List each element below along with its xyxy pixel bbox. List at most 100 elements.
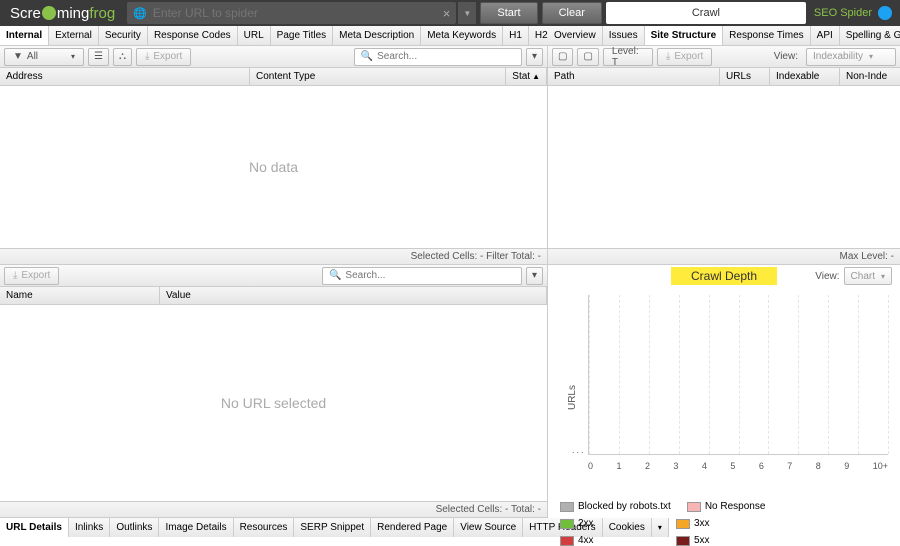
rtab-issues[interactable]: Issues: [603, 26, 645, 45]
col-nonindex[interactable]: Non-Inde: [840, 68, 900, 85]
clear-url-icon[interactable]: ×: [443, 6, 451, 21]
rtab-api[interactable]: API: [811, 26, 840, 45]
chart-plot: [588, 295, 888, 455]
tab-page-titles[interactable]: Page Titles: [271, 26, 333, 45]
search-icon: 🔍: [361, 51, 373, 62]
detail-search-box[interactable]: 🔍: [322, 267, 522, 285]
legend-item: Blocked by robots.txt: [560, 501, 671, 512]
x-tick: 0: [588, 461, 593, 471]
tab-security[interactable]: Security: [99, 26, 148, 45]
tab-response-codes[interactable]: Response Codes: [148, 26, 238, 45]
structure-view1-button[interactable]: ▢: [552, 48, 573, 66]
rtab-response-times[interactable]: Response Times: [723, 26, 810, 45]
legend-swatch: [560, 502, 574, 512]
chart-view-value: Chart: [851, 271, 875, 282]
y-axis-ellipsis: ...: [572, 445, 586, 455]
structure-grid-header: Path URLs Indexable Non-Inde: [548, 68, 900, 86]
view-list-button[interactable]: ☰: [88, 48, 109, 66]
btab-view-source[interactable]: View Source: [454, 518, 523, 537]
gridline: [739, 295, 740, 454]
y-axis-label: URLs: [567, 385, 578, 410]
gridline: [589, 295, 590, 454]
detail-export-button[interactable]: ⤓ Export: [4, 267, 59, 285]
x-tick: 1: [616, 461, 621, 471]
tab-meta-keywords[interactable]: Meta Keywords: [421, 26, 503, 45]
export-label: Export: [153, 51, 182, 62]
detail-search-options[interactable]: ▾: [526, 267, 543, 285]
export-button[interactable]: ⤓ Export: [136, 48, 191, 66]
clear-button[interactable]: Clear: [542, 2, 602, 24]
col-path[interactable]: Path: [548, 68, 720, 85]
btab-image-details[interactable]: Image Details: [159, 518, 233, 537]
structure-export-label: Export: [674, 51, 703, 62]
export-icon: ⤓: [145, 51, 149, 62]
detail-toolbar: ⤓ Export 🔍 ▾: [0, 265, 547, 287]
x-tick: 10+: [873, 461, 888, 471]
col-value[interactable]: Value: [160, 287, 547, 304]
search-options-dropdown[interactable]: ▾: [526, 48, 543, 66]
main-grid-footer: Selected Cells: - Filter Total: -: [0, 248, 547, 264]
legend-swatch: [676, 519, 690, 529]
btab-serp-snippet[interactable]: SERP Snippet: [294, 518, 371, 537]
search-box[interactable]: 🔍: [354, 48, 522, 66]
btab-inlinks[interactable]: Inlinks: [69, 518, 110, 537]
filter-dropdown[interactable]: ▼ All ▾: [4, 48, 84, 66]
detail-section: ⤓ Export 🔍 ▾ Name Value No URL selected …: [0, 264, 547, 537]
chart-view-label: View:: [815, 271, 839, 282]
twitter-icon[interactable]: [878, 6, 892, 20]
col-status[interactable]: Stat▲: [506, 68, 547, 85]
url-input-wrap[interactable]: 🌐 ×: [127, 2, 456, 24]
rtab-overview[interactable]: Overview: [548, 26, 603, 45]
rtab-site-structure[interactable]: Site Structure: [645, 26, 724, 45]
view-tree-button[interactable]: ⛬: [113, 48, 132, 66]
tab-meta-description[interactable]: Meta Description: [333, 26, 421, 45]
col-urls[interactable]: URLs: [720, 68, 770, 85]
x-tick: 2: [645, 461, 650, 471]
tab-external[interactable]: External: [49, 26, 99, 45]
tab-h1[interactable]: H1: [503, 26, 529, 45]
legend-swatch: [560, 536, 574, 546]
legend-swatch: [687, 502, 701, 512]
main-grid-body: No data: [0, 86, 547, 248]
legend-item: 3xx: [676, 518, 776, 529]
btab-rendered-page[interactable]: Rendered Page: [371, 518, 454, 537]
chart-view-dropdown[interactable]: Chart ▾: [844, 267, 892, 285]
legend-label: 2xx: [578, 518, 594, 529]
structure-view2-button[interactable]: ▢: [577, 48, 598, 66]
mode-display[interactable]: Crawl: [606, 2, 806, 24]
view-mode-dropdown[interactable]: Indexability ▾: [806, 48, 896, 66]
bottom-tabstrip: URL DetailsInlinksOutlinksImage DetailsR…: [0, 517, 547, 537]
x-tick: 9: [844, 461, 849, 471]
btab-outlinks[interactable]: Outlinks: [110, 518, 159, 537]
app-logo: Scre ming frog: [0, 5, 125, 22]
chart-title: Crawl Depth: [671, 267, 777, 285]
detail-search-input[interactable]: [345, 270, 515, 281]
level-dropdown[interactable]: Level: T: [603, 48, 653, 66]
chevron-down-icon: ▾: [71, 52, 75, 61]
structure-grid-body: [548, 86, 900, 248]
chart-title-row: Crawl Depth View: Chart ▾: [548, 265, 900, 287]
rtab-spelling-grammar[interactable]: Spelling & Grammar: [840, 26, 900, 45]
structure-export-button[interactable]: ⤓ Export: [657, 48, 712, 66]
col-indexable[interactable]: Indexable: [770, 68, 840, 85]
gridline: [768, 295, 769, 454]
btab-url-details[interactable]: URL Details: [0, 518, 69, 537]
url-input[interactable]: [153, 6, 443, 20]
url-history-dropdown[interactable]: ▼: [458, 2, 476, 24]
gridline: [888, 295, 889, 454]
gridline: [649, 295, 650, 454]
logo-text-pre: Scre: [10, 5, 41, 22]
col-name[interactable]: Name: [0, 287, 160, 304]
tab-internal[interactable]: Internal: [0, 26, 49, 45]
globe-icon: 🌐: [133, 7, 147, 20]
tab-url[interactable]: URL: [238, 26, 271, 45]
detail-grid-footer: Selected Cells: - Total: -: [0, 501, 547, 517]
search-icon: 🔍: [329, 270, 341, 281]
start-button[interactable]: Start: [480, 2, 537, 24]
btab-resources[interactable]: Resources: [234, 518, 295, 537]
col-address[interactable]: Address: [0, 68, 250, 85]
gridline: [679, 295, 680, 454]
search-input[interactable]: [377, 51, 515, 62]
main-grid-section: ▼ All ▾ ☰ ⛬ ⤓ Export 🔍 ▾ Address: [0, 46, 547, 264]
col-content-type[interactable]: Content Type: [250, 68, 506, 85]
